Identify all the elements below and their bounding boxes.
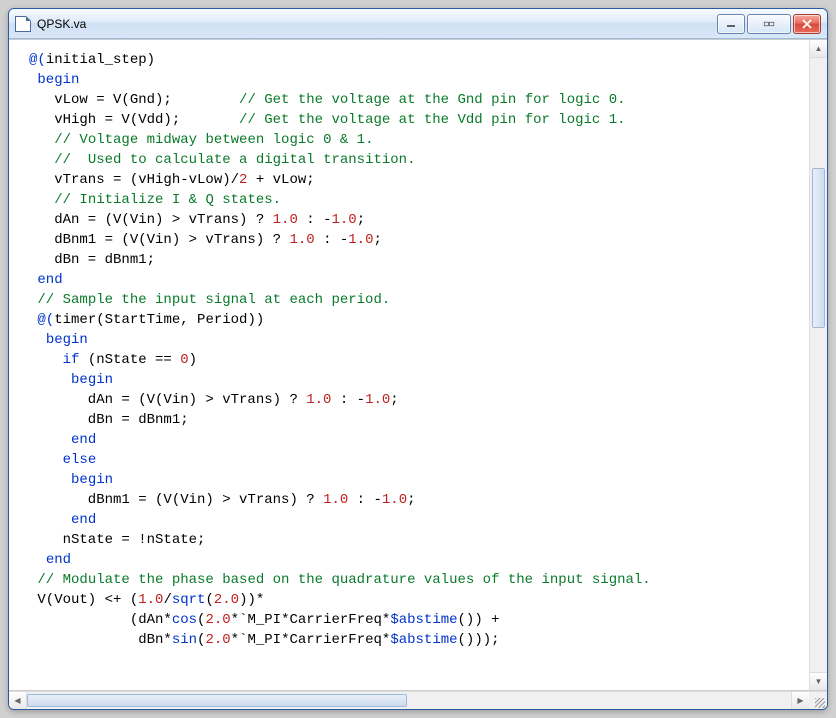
maximize-button[interactable] bbox=[747, 14, 791, 34]
scroll-right-arrow-icon[interactable]: ▶ bbox=[791, 692, 809, 709]
code-line[interactable]: dBn = dBnm1; bbox=[29, 250, 801, 270]
scroll-left-arrow-icon[interactable]: ◀ bbox=[9, 692, 27, 709]
scroll-down-arrow-icon[interactable]: ▼ bbox=[810, 672, 827, 690]
horizontal-scroll-track[interactable] bbox=[27, 692, 791, 709]
scroll-up-arrow-icon[interactable]: ▲ bbox=[810, 40, 827, 58]
code-line[interactable]: dBnm1 = (V(Vin) > vTrans) ? 1.0 : -1.0; bbox=[29, 230, 801, 250]
code-editor[interactable]: @(initial_step) begin vLow = V(Gnd); // … bbox=[9, 40, 809, 690]
code-line[interactable]: end bbox=[29, 510, 801, 530]
code-line[interactable]: nState = !nState; bbox=[29, 530, 801, 550]
code-line[interactable]: begin bbox=[29, 370, 801, 390]
code-line[interactable]: @(initial_step) bbox=[29, 50, 801, 70]
horizontal-scrollbar[interactable]: ◀ ▶ bbox=[9, 691, 827, 709]
window-controls bbox=[717, 14, 821, 34]
editor-window: QPSK.va @(initial_step) begin vLow = V(G… bbox=[8, 8, 828, 710]
code-line[interactable]: V(Vout) <+ (1.0/sqrt(2.0))* bbox=[29, 590, 801, 610]
content-area: @(initial_step) begin vLow = V(Gnd); // … bbox=[9, 39, 827, 691]
horizontal-scroll-thumb[interactable] bbox=[27, 694, 407, 707]
window-title: QPSK.va bbox=[37, 17, 86, 31]
code-line[interactable]: vHigh = V(Vdd); // Get the voltage at th… bbox=[29, 110, 801, 130]
code-line[interactable]: @(timer(StartTime, Period)) bbox=[29, 310, 801, 330]
code-line[interactable]: end bbox=[29, 430, 801, 450]
code-line[interactable]: begin bbox=[29, 330, 801, 350]
close-button[interactable] bbox=[793, 14, 821, 34]
code-line[interactable]: vLow = V(Gnd); // Get the voltage at the… bbox=[29, 90, 801, 110]
code-line[interactable]: end bbox=[29, 270, 801, 290]
minimize-button[interactable] bbox=[717, 14, 745, 34]
vertical-scroll-thumb[interactable] bbox=[812, 168, 825, 328]
code-line[interactable]: // Modulate the phase based on the quadr… bbox=[29, 570, 801, 590]
code-line[interactable]: // Used to calculate a digital transitio… bbox=[29, 150, 801, 170]
vertical-scrollbar[interactable]: ▲ ▼ bbox=[809, 40, 827, 690]
resize-grip[interactable] bbox=[809, 692, 827, 710]
code-line[interactable]: dBn*sin(2.0*`M_PI*CarrierFreq*$abstime()… bbox=[29, 630, 801, 650]
code-line[interactable]: begin bbox=[29, 470, 801, 490]
code-line[interactable]: begin bbox=[29, 70, 801, 90]
code-line[interactable]: (dAn*cos(2.0*`M_PI*CarrierFreq*$abstime(… bbox=[29, 610, 801, 630]
code-line[interactable]: vTrans = (vHigh-vLow)/2 + vLow; bbox=[29, 170, 801, 190]
vertical-scroll-track[interactable] bbox=[810, 58, 827, 672]
code-line[interactable]: // Sample the input signal at each perio… bbox=[29, 290, 801, 310]
title-left: QPSK.va bbox=[15, 16, 86, 32]
code-line[interactable]: else bbox=[29, 450, 801, 470]
code-line[interactable]: // Initialize I & Q states. bbox=[29, 190, 801, 210]
code-line[interactable]: dAn = (V(Vin) > vTrans) ? 1.0 : -1.0; bbox=[29, 390, 801, 410]
titlebar[interactable]: QPSK.va bbox=[9, 9, 827, 39]
code-line[interactable]: if (nState == 0) bbox=[29, 350, 801, 370]
code-line[interactable]: // Voltage midway between logic 0 & 1. bbox=[29, 130, 801, 150]
code-line[interactable]: dBn = dBnm1; bbox=[29, 410, 801, 430]
code-line[interactable]: end bbox=[29, 550, 801, 570]
file-icon bbox=[15, 16, 31, 32]
code-line[interactable]: dBnm1 = (V(Vin) > vTrans) ? 1.0 : -1.0; bbox=[29, 490, 801, 510]
code-line[interactable]: dAn = (V(Vin) > vTrans) ? 1.0 : -1.0; bbox=[29, 210, 801, 230]
